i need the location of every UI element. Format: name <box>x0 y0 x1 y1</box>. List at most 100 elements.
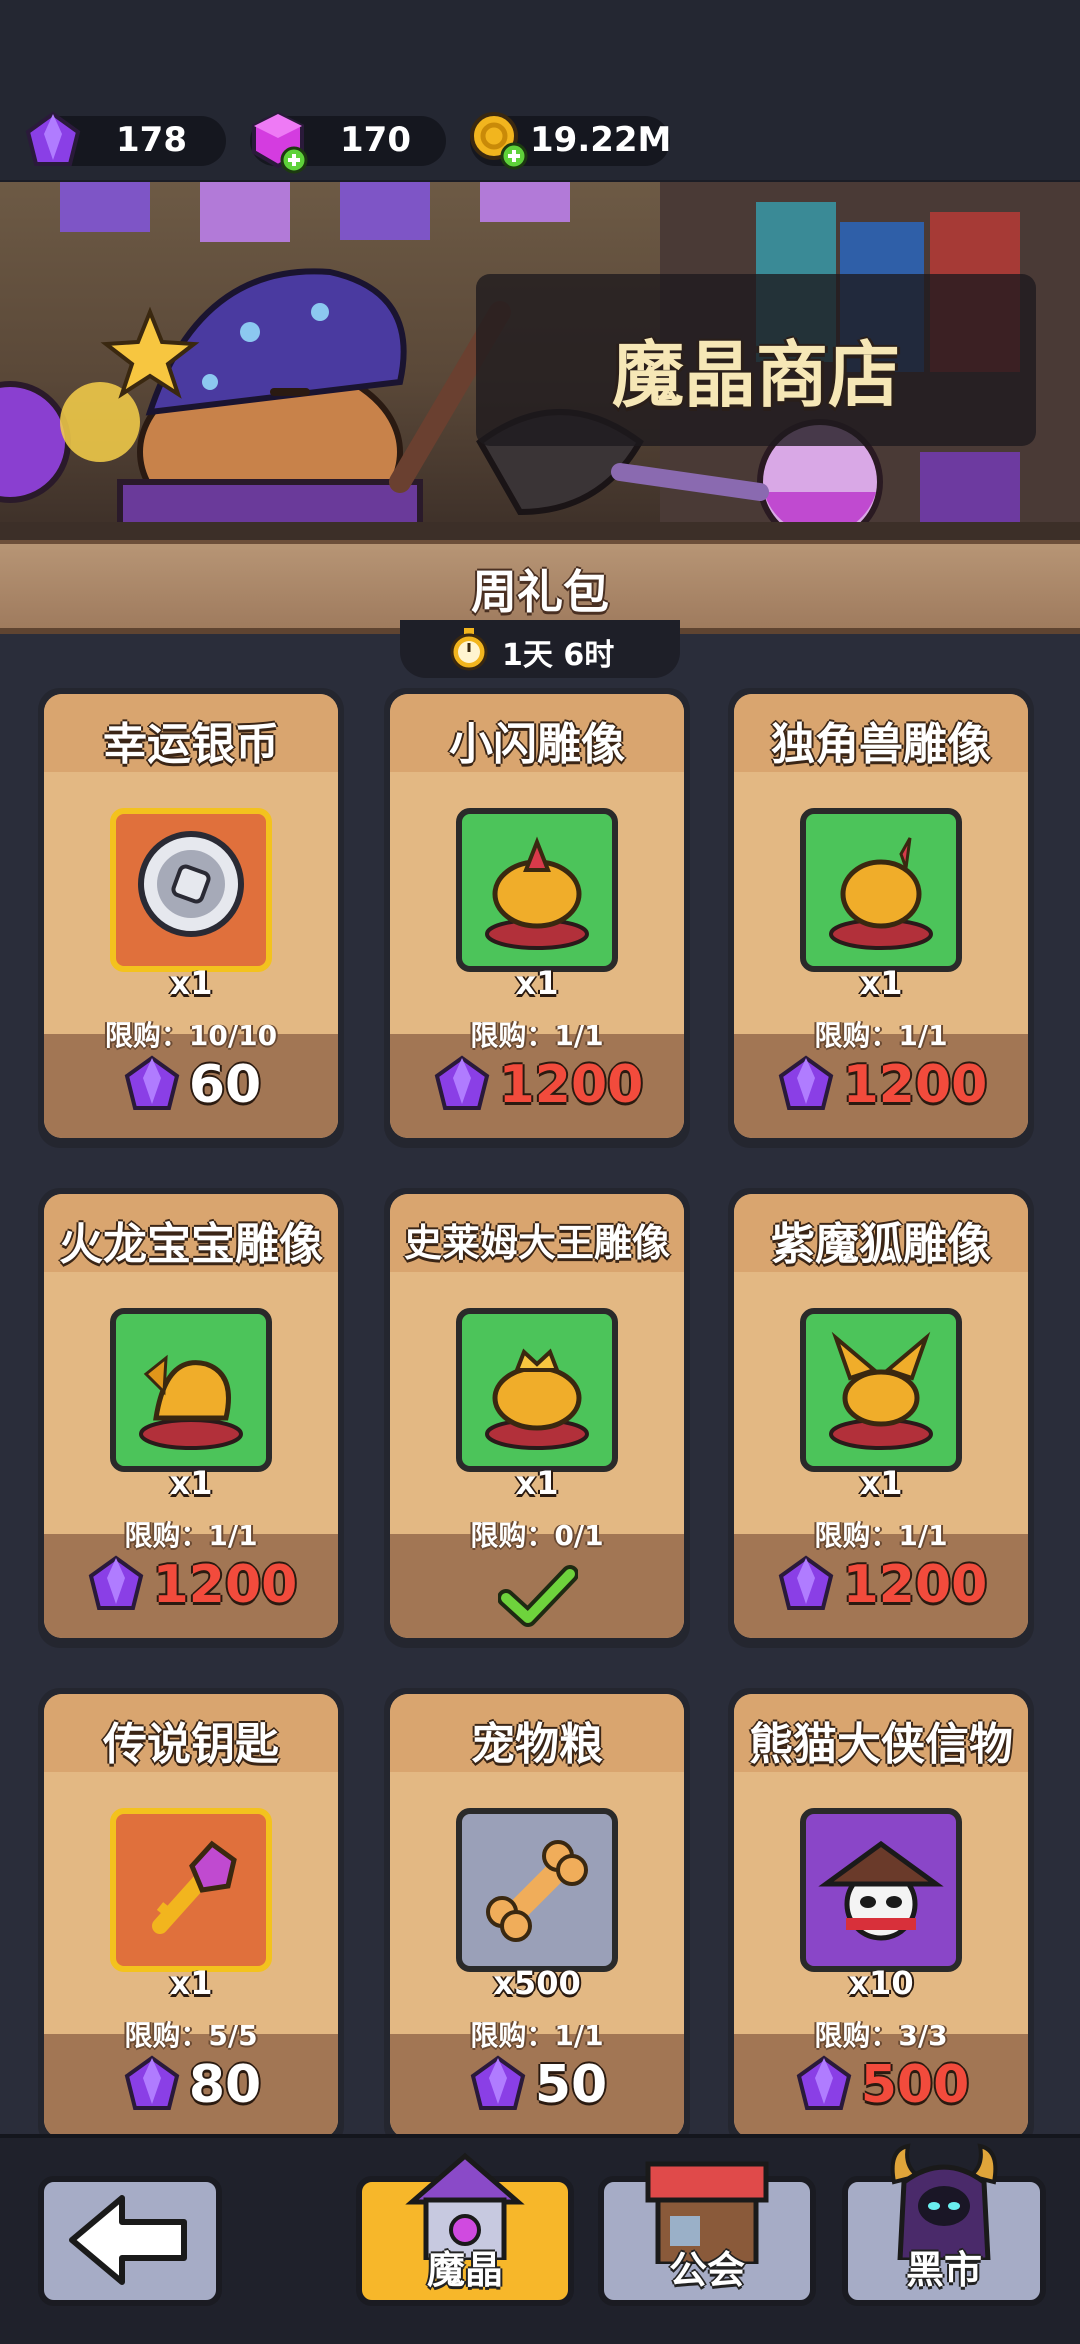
shop-banner: 魔晶商店 <box>0 182 1080 540</box>
gold-counter[interactable]: 19.22M <box>470 112 672 170</box>
nav-black-market[interactable]: 黑市 <box>842 2143 1046 2306</box>
gem-count: 178 <box>116 120 187 160</box>
price-button[interactable]: 500 <box>734 2054 1028 2124</box>
shop-item-card[interactable]: 宠物粮 x500 限购：1/1 50 <box>384 1688 690 2148</box>
price-value: 1200 <box>842 1555 988 1615</box>
item-quantity: x500 <box>493 1964 581 2002</box>
shop-title: 魔晶商店 <box>611 333 900 417</box>
item-icon-frame <box>800 1308 962 1472</box>
item-quantity: x1 <box>515 964 559 1002</box>
gold-count: 19.22M <box>530 120 672 160</box>
purple-gem-icon <box>796 2055 851 2110</box>
item-quantity: x10 <box>848 1964 914 2002</box>
item-name: 幸运银币 <box>103 719 279 770</box>
shop-item-card[interactable]: 火龙宝宝雕像 x1 限购：1/1 1200 <box>38 1188 344 1648</box>
stopwatch-icon <box>450 628 488 671</box>
purple-gem-icon <box>778 1055 833 1110</box>
item-quantity: x1 <box>859 964 903 1002</box>
gold-coin-plus-icon <box>470 112 528 170</box>
back-button[interactable] <box>38 2176 222 2306</box>
bone-icon <box>486 1840 588 1942</box>
crystal-counter[interactable]: 170 <box>250 111 446 174</box>
item-quantity: x1 <box>169 964 213 1002</box>
crystal-count: 170 <box>340 120 411 160</box>
price-button[interactable]: 1200 <box>44 1554 338 1624</box>
price-button[interactable]: 1200 <box>734 1054 1028 1124</box>
nav-guild-label: 公会 <box>668 2248 745 2292</box>
item-quantity: x1 <box>169 1464 213 1502</box>
shop-item-card[interactable]: 幸运银币 x1 限购：10/10 60 <box>38 688 344 1148</box>
fox-statue-icon <box>829 1331 933 1450</box>
price-button[interactable]: 1200 <box>734 1554 1028 1624</box>
item-name: 火龙宝宝雕像 <box>59 1219 323 1270</box>
unicorn-statue-icon <box>829 837 933 950</box>
item-name: 熊猫大侠信物 <box>749 1719 1013 1770</box>
purple-gem-icon <box>124 2055 180 2110</box>
item-name: 史莱姆大王雕像 <box>403 1221 670 1265</box>
item-icon-frame <box>110 808 272 972</box>
nav-black-market-label: 黑市 <box>905 2248 982 2292</box>
nav-magic-shop[interactable]: 魔晶 <box>356 2152 574 2306</box>
shop-title-panel: 魔晶商店 <box>476 274 1036 446</box>
slime-king-statue-icon <box>485 1348 589 1450</box>
shop-item-card[interactable]: 紫魔狐雕像 x1 限购：1/1 1200 <box>728 1188 1034 1648</box>
section-title: 周礼包 <box>471 565 609 619</box>
purchase-limit: 限购：1/1 <box>814 1019 948 1052</box>
shop-item-card[interactable]: 传说钥匙 x1 限购：5/5 80 <box>38 1688 344 2148</box>
purchase-limit: 限购：1/1 <box>124 1519 258 1552</box>
silver-coin-icon <box>138 831 244 937</box>
purchase-limit: 限购：3/3 <box>814 2019 948 2052</box>
item-icon-frame <box>456 1808 618 1972</box>
purchase-limit: 限购：10/10 <box>104 1019 278 1052</box>
price-button[interactable]: 50 <box>390 2054 684 2124</box>
purple-gem-icon <box>434 1055 489 1110</box>
shop-item-card[interactable]: 独角兽雕像 x1 限购：1/1 1200 <box>728 688 1034 1148</box>
dragon-statue-icon <box>139 1354 243 1450</box>
item-icon-frame <box>800 1808 962 1972</box>
refresh-timer: 1天 6时 <box>400 620 680 678</box>
price-value: 1200 <box>842 1055 988 1115</box>
shop-item-card[interactable]: 熊猫大侠信物 x10 限购：3/3 500 <box>728 1688 1034 2148</box>
price-value: 1200 <box>498 1055 644 1115</box>
purchase-limit: 限购：1/1 <box>470 1019 604 1052</box>
shop-item-card[interactable]: 史莱姆大王雕像 x1 限购：0/1 <box>384 1188 690 1648</box>
item-name: 独角兽雕像 <box>771 719 991 770</box>
item-icon-frame <box>456 808 618 972</box>
item-name: 传说钥匙 <box>103 1719 279 1770</box>
gem-counter[interactable]: 178 <box>25 111 226 166</box>
item-icon-frame <box>110 1308 272 1472</box>
price-button[interactable]: 60 <box>44 1054 338 1124</box>
price-value: 60 <box>188 1055 262 1115</box>
price-button[interactable]: 1200 <box>390 1054 684 1124</box>
purchase-limit: 限购：5/5 <box>124 2019 258 2052</box>
purple-gem-icon <box>470 2055 526 2110</box>
item-icon-frame <box>800 808 962 972</box>
item-quantity: x1 <box>515 1464 559 1502</box>
item-quantity: x1 <box>859 1464 903 1502</box>
nav-guild[interactable]: 公会 <box>598 2161 816 2306</box>
price-value: 1200 <box>152 1555 298 1615</box>
panda-hero-icon <box>818 1840 944 1941</box>
price-value: 500 <box>860 2055 970 2115</box>
key-icon <box>152 1840 237 1934</box>
purple-gem-icon <box>88 1555 143 1610</box>
timer-text: 1天 6时 <box>502 638 615 673</box>
price-value: 50 <box>534 2055 608 2115</box>
item-name: 小闪雕像 <box>449 719 625 770</box>
purchase-limit: 限购：0/1 <box>470 1519 604 1552</box>
resource-bar: 178 170 19.22M <box>0 0 1080 184</box>
item-name: 紫魔狐雕像 <box>771 1219 991 1270</box>
shop-item-card[interactable]: 小闪雕像 x1 限购：1/1 1200 <box>384 688 690 1148</box>
purchased-check-icon <box>498 1565 578 1627</box>
item-icon-frame <box>110 1808 272 1972</box>
purple-gem-icon <box>25 111 81 166</box>
purchase-limit: 限购：1/1 <box>470 2019 604 2052</box>
item-quantity: x1 <box>169 1964 213 2002</box>
price-value: 80 <box>188 2055 262 2115</box>
purple-gem-icon <box>778 1555 833 1610</box>
price-button[interactable]: 80 <box>44 2054 338 2124</box>
purchase-limit: 限购：1/1 <box>814 1519 948 1552</box>
nav-magic-label: 魔晶 <box>426 2248 503 2292</box>
purple-gem-icon <box>124 1055 180 1110</box>
item-name: 宠物粮 <box>471 1719 603 1770</box>
